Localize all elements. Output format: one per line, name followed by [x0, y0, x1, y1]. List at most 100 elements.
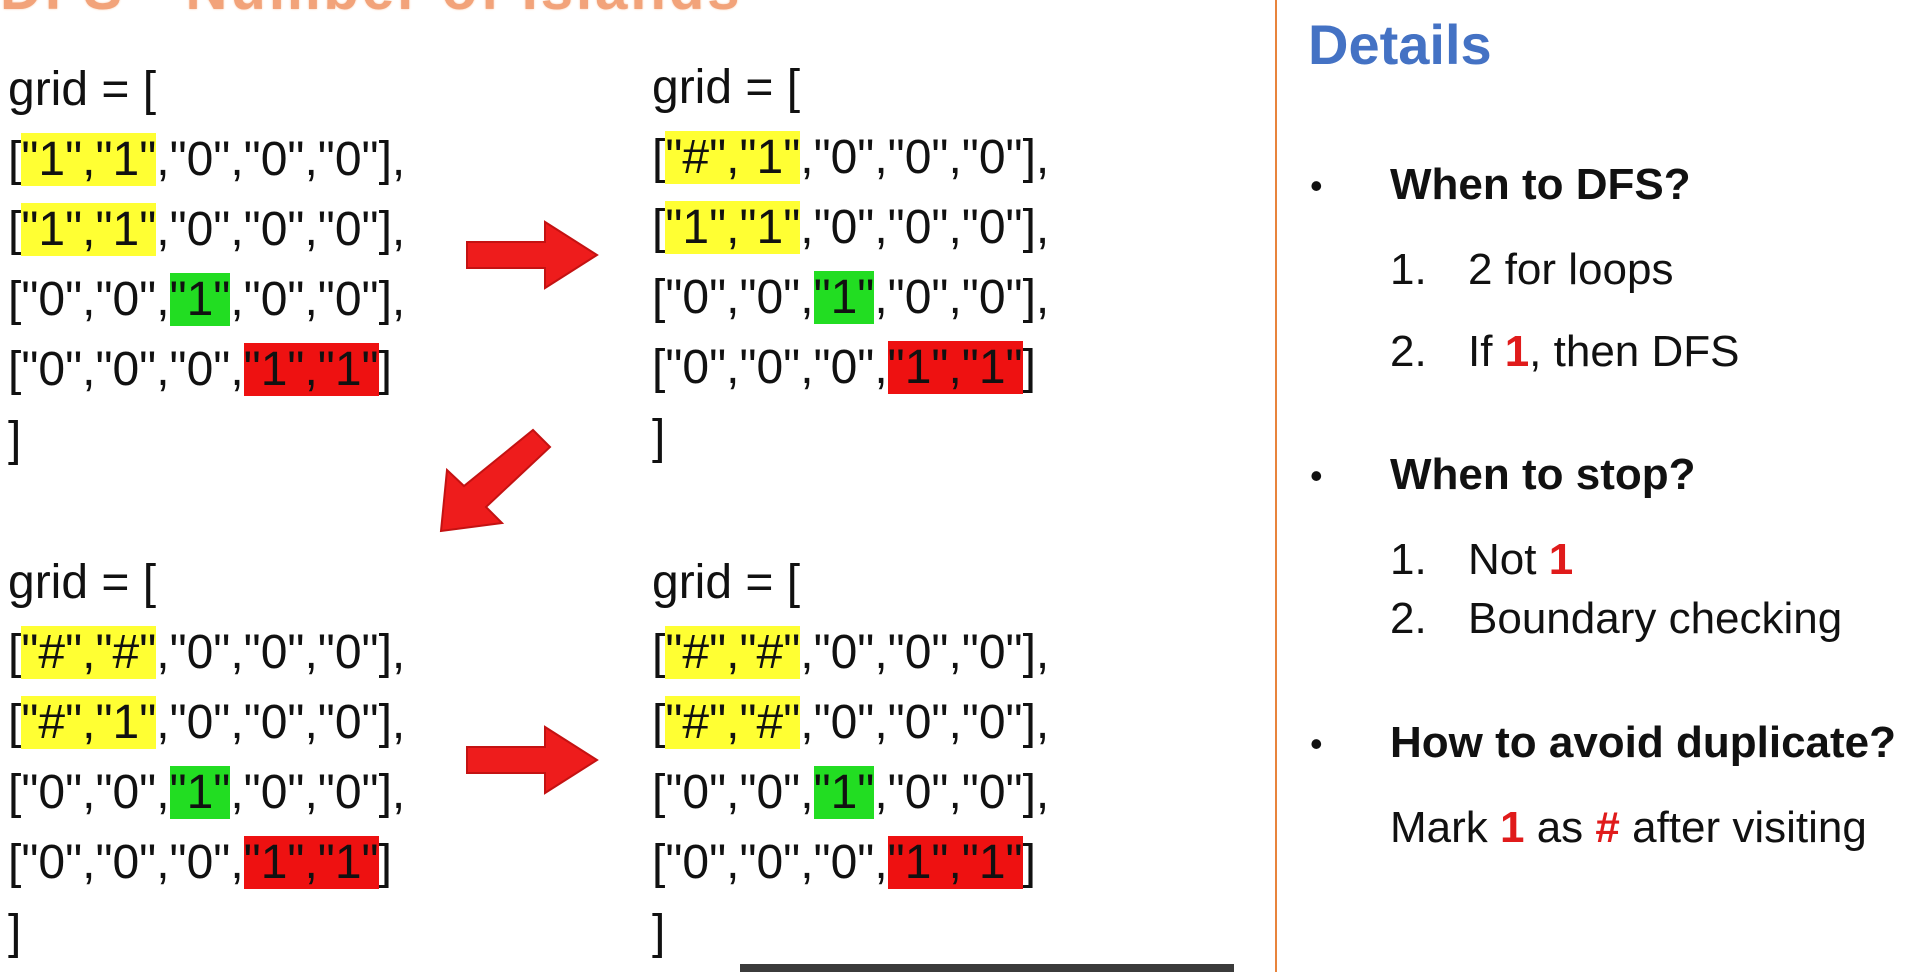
row-text: [: [8, 133, 22, 186]
row-text: ["0","0","0",: [8, 836, 244, 889]
grid-row: ["0","0","0","1","1"]: [8, 335, 548, 405]
arrow-right-icon: [466, 220, 599, 290]
row-text: ]: [378, 836, 392, 889]
list-number: 2.: [1390, 594, 1427, 643]
list-text: If: [1468, 327, 1505, 376]
row-text: ,"0","0"],: [230, 766, 406, 819]
grid-row: ["#","#","0","0","0"],: [8, 618, 548, 688]
highlighted-cells-green: "1": [169, 273, 231, 326]
highlighted-cells-yellow: "#","#": [21, 626, 157, 679]
emphasis-one: 1: [1500, 803, 1525, 852]
grid-row: ["1","1","0","0","0"],: [8, 125, 548, 195]
grid-row: ["0","0","1","0","0"],: [652, 263, 1192, 333]
vertical-divider: [1275, 0, 1277, 972]
grid-row: ["#","#","0","0","0"],: [652, 618, 1192, 688]
row-text: ]: [1022, 341, 1036, 394]
list-item: 1. Not 1: [1390, 535, 1573, 585]
grid-footer: ]: [652, 411, 666, 464]
grid-row: ["0","0","1","0","0"],: [652, 758, 1192, 828]
highlighted-cells-red: "1","1": [243, 343, 379, 396]
grid-step-4: grid = [["#","#","0","0","0"], ["#","#","…: [652, 548, 1192, 968]
row-text: ,"0","0","0"],: [156, 203, 406, 256]
video-progress-bar[interactable]: [740, 964, 1234, 972]
row-text: ,"0","0","0"],: [800, 626, 1050, 679]
row-text: [: [652, 201, 666, 254]
grid-row: ["#","1","0","0","0"],: [652, 123, 1192, 193]
slide-title-text: DFS - Number of Islands: [0, 0, 1260, 14]
arrow-down-left-icon: [439, 428, 552, 533]
row-text: ,"0","0"],: [874, 766, 1050, 819]
arrow-right-icon: [466, 725, 599, 795]
details-title: Details: [1308, 13, 1492, 76]
bullet-icon: •: [1310, 455, 1323, 496]
section-heading-avoid-duplicate: How to avoid duplicate?: [1390, 718, 1897, 767]
row-text: ,"0","0","0"],: [156, 696, 406, 749]
note-text: after visiting: [1619, 803, 1867, 852]
highlighted-cells-yellow: "1","1": [665, 201, 801, 254]
row-text: ,"0","0","0"],: [800, 201, 1050, 254]
highlighted-cells-green: "1": [813, 766, 875, 819]
highlighted-cells-red: "1","1": [243, 836, 379, 889]
list-number: 1.: [1390, 245, 1427, 294]
highlighted-cells-yellow: "#","1": [21, 696, 157, 749]
highlighted-cells-red: "1","1": [887, 341, 1023, 394]
section-heading-when-to-stop: When to stop?: [1390, 450, 1696, 499]
row-text: [: [652, 626, 666, 679]
row-text: ,"0","0","0"],: [800, 131, 1050, 184]
row-text: ]: [378, 343, 392, 396]
bullet-icon: •: [1310, 165, 1323, 206]
row-text: ["0","0","0",: [652, 341, 888, 394]
slide-title-cropped: DFS - Number of Islands: [0, 0, 1260, 14]
grid-header: grid = [: [652, 556, 801, 609]
grid-row: ["0","0","0","1","1"]: [652, 828, 1192, 898]
row-text: [: [8, 203, 22, 256]
grid-header: grid = [: [8, 63, 157, 116]
row-text: ["0","0",: [652, 766, 814, 819]
list-number: 1.: [1390, 535, 1427, 584]
list-text: 2 for loops: [1468, 245, 1674, 294]
row-text: ]: [1022, 836, 1036, 889]
highlighted-cells-yellow: "#","1": [665, 131, 801, 184]
list-text: , then DFS: [1529, 327, 1740, 376]
highlighted-cells-yellow: "1","1": [21, 133, 157, 186]
row-text: ,"0","0","0"],: [800, 696, 1050, 749]
row-text: ,"0","0"],: [230, 273, 406, 326]
highlighted-cells-yellow: "1","1": [21, 203, 157, 256]
grid-footer: ]: [652, 906, 666, 959]
row-text: ["0","0","0",: [8, 343, 244, 396]
row-text: ["0","0",: [652, 271, 814, 324]
highlighted-cells-yellow: "#","#": [665, 626, 801, 679]
row-text: [: [8, 696, 22, 749]
grid-header: grid = [: [8, 556, 157, 609]
list-text: Boundary checking: [1468, 594, 1843, 643]
highlighted-cells-yellow: "#","#": [665, 696, 801, 749]
mark-visited-note: Mark 1 as # after visiting: [1390, 803, 1867, 853]
row-text: ["0","0","0",: [652, 836, 888, 889]
grid-row: ["#","#","0","0","0"],: [652, 688, 1192, 758]
bullet-icon: •: [1310, 723, 1323, 764]
grid-header: grid = [: [652, 61, 801, 114]
section-heading-when-to-dfs: When to DFS?: [1390, 160, 1691, 209]
highlighted-cells-red: "1","1": [887, 836, 1023, 889]
note-text: Mark: [1390, 803, 1500, 852]
grid-row: ["1","1","0","0","0"],: [652, 193, 1192, 263]
emphasis-one: 1: [1504, 327, 1530, 376]
list-text: Not: [1468, 535, 1549, 584]
emphasis-hash: #: [1595, 803, 1620, 852]
row-text: [: [8, 626, 22, 679]
slide: DFS - Number of Islands grid = [["1","1"…: [0, 0, 1912, 972]
list-item: 2. If 1, then DFS: [1390, 327, 1739, 377]
emphasis-one: 1: [1548, 535, 1574, 584]
highlighted-cells-green: "1": [169, 766, 231, 819]
row-text: [: [652, 131, 666, 184]
grid-footer: ]: [8, 906, 22, 959]
note-text: as: [1524, 803, 1596, 852]
grid-row: ["0","0","0","1","1"]: [652, 333, 1192, 403]
list-item: 2. Boundary checking: [1390, 594, 1842, 644]
row-text: ["0","0",: [8, 766, 170, 819]
row-text: ,"0","0"],: [874, 271, 1050, 324]
grid-step-2: grid = [["#","1","0","0","0"], ["1","1","…: [652, 53, 1192, 473]
row-text: [: [652, 696, 666, 749]
row-text: ,"0","0","0"],: [156, 626, 406, 679]
grid-row: ["0","0","0","1","1"]: [8, 828, 548, 898]
